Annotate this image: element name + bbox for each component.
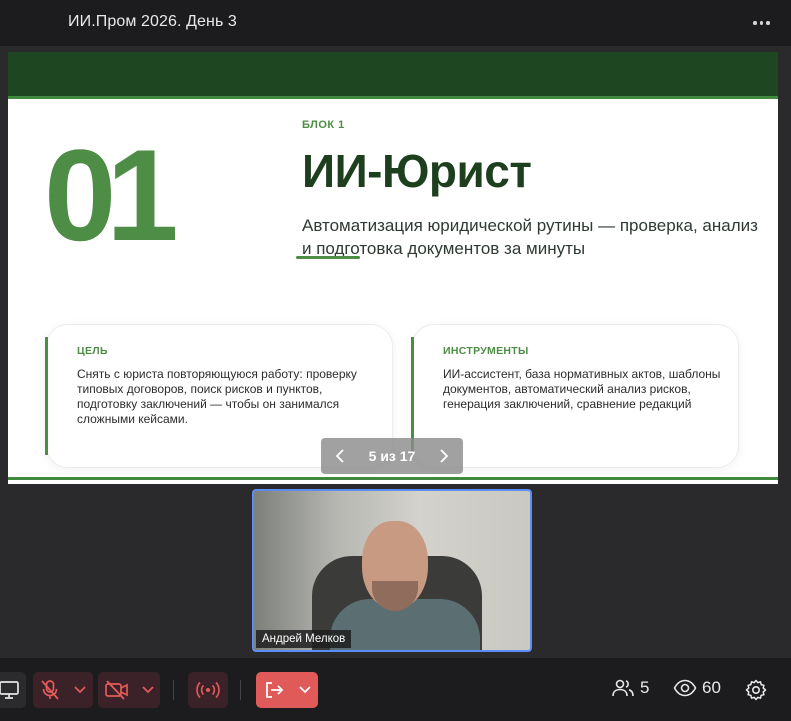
toolbar-divider xyxy=(240,680,241,700)
slide-subtitle: Автоматизация юридической рутины — прове… xyxy=(302,216,758,258)
call-toolbar: 5 60 xyxy=(0,658,791,721)
slide-pager: 5 из 17 xyxy=(321,438,463,474)
participants-button[interactable]: 5 xyxy=(611,678,649,698)
toolbar-divider xyxy=(173,680,174,700)
camera-button[interactable] xyxy=(98,672,160,708)
screen-share-icon xyxy=(0,681,19,699)
event-title: ИИ.Пром 2026. День 3 xyxy=(68,13,237,30)
presentation-slide: 01 БЛОК 1 ИИ-Юрист Автоматизация юридиче… xyxy=(8,52,778,484)
block-number: 01 xyxy=(44,122,179,268)
participant-video-tile[interactable]: Андрей Мелков xyxy=(252,489,532,652)
next-slide-button[interactable] xyxy=(437,449,451,463)
chevron-down-icon[interactable] xyxy=(299,686,311,694)
screen-share-button[interactable] xyxy=(0,672,26,708)
mic-off-icon xyxy=(41,680,59,700)
broadcast-icon xyxy=(196,681,220,699)
slide-counter: 5 из 17 xyxy=(368,448,416,464)
conference-app: ИИ.Пром 2026. День 3 01 БЛОК 1 ИИ-Юрист … xyxy=(0,0,791,721)
goal-card-text: Снять с юриста повторяющуюся работу: про… xyxy=(77,367,357,426)
subtitle-underline xyxy=(296,256,360,259)
chevron-right-icon xyxy=(440,449,449,463)
slide-divider xyxy=(8,96,778,99)
leave-call-button[interactable] xyxy=(256,672,318,708)
camera-off-icon xyxy=(105,680,128,700)
slide-heading: ИИ-Юрист xyxy=(302,145,532,197)
people-icon xyxy=(612,679,634,697)
viewers-count: 60 xyxy=(702,678,721,697)
card-accent-bar xyxy=(45,337,48,455)
more-options-icon[interactable] xyxy=(753,16,771,30)
eye-icon xyxy=(673,679,697,697)
slide-bottom-line xyxy=(8,477,778,480)
presentation-stage: 01 БЛОК 1 ИИ-Юрист Автоматизация юридиче… xyxy=(0,46,791,658)
viewers-button[interactable]: 60 xyxy=(673,678,721,698)
participants-count: 5 xyxy=(640,678,650,697)
tools-card-text: ИИ-ассистент, база нормативных актов, ша… xyxy=(443,367,721,411)
header: ИИ.Пром 2026. День 3 xyxy=(0,0,791,46)
prev-slide-button[interactable] xyxy=(333,449,347,463)
chevron-down-icon[interactable] xyxy=(74,686,86,694)
slide-header-band xyxy=(8,52,778,96)
tools-card-title: ИНСТРУМЕНТЫ xyxy=(443,345,529,357)
chevron-down-icon[interactable] xyxy=(142,686,154,694)
settings-button[interactable] xyxy=(744,678,768,702)
chevron-left-icon xyxy=(335,449,344,463)
leave-icon xyxy=(266,682,284,698)
gear-icon xyxy=(745,679,767,701)
microphone-button[interactable] xyxy=(33,672,93,708)
block-label: БЛОК 1 xyxy=(302,119,345,131)
goal-card-title: ЦЕЛЬ xyxy=(77,345,108,357)
participant-name-label: Андрей Мелков xyxy=(256,630,352,648)
broadcast-button[interactable] xyxy=(188,672,228,708)
